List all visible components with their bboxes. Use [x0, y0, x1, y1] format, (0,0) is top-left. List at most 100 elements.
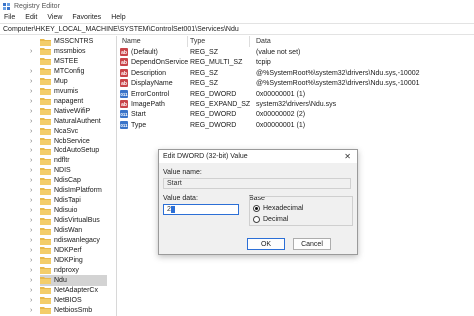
chevron-right-icon[interactable]: ›	[30, 88, 36, 95]
folder-icon	[40, 287, 51, 295]
value-data: 0x00000001 (1)	[256, 121, 306, 129]
tree-item-label: NaturalAuthent	[54, 117, 101, 125]
tree-item-label: napagent	[54, 97, 84, 105]
folder-icon	[40, 128, 51, 136]
chevron-right-icon[interactable]: ›	[30, 197, 36, 204]
chevron-right-icon[interactable]: ›	[30, 277, 36, 284]
tree-item-label: NDKPerf	[54, 246, 82, 254]
folder-icon	[40, 88, 51, 96]
tree-item-label: mssmbios	[54, 47, 86, 55]
value-data: 0x00000002 (2)	[256, 111, 306, 119]
folder-icon	[40, 108, 51, 116]
folder-icon	[40, 118, 51, 126]
title-bar: Registry Editor	[0, 0, 474, 12]
chevron-right-icon[interactable]: ›	[30, 108, 36, 115]
value-row[interactable]: ab Description REG_SZ @%SystemRoot%\system3…	[118, 68, 474, 79]
menu-favorites[interactable]: Favorites	[72, 14, 101, 21]
tree-item-label: Mup	[54, 77, 68, 85]
tree-item-label: NDKPing	[54, 256, 83, 264]
tree-item-label: NdisImPlatform	[54, 187, 102, 195]
tree-item-label: NcbService	[54, 137, 90, 145]
tree-item-label: ndproxy	[54, 266, 79, 274]
chevron-right-icon[interactable]: ›	[30, 147, 36, 154]
chevron-right-icon[interactable]: ›	[30, 138, 36, 145]
folder-icon	[40, 297, 51, 305]
chevron-right-icon[interactable]: ›	[30, 257, 36, 264]
tree-item[interactable]: › NetbiosSmb	[30, 305, 92, 316]
folder-icon	[40, 207, 51, 215]
folder-icon	[40, 157, 51, 165]
tree-item-label: NdisVirtualBus	[54, 217, 100, 225]
binary-value-icon: 011	[120, 120, 128, 129]
value-row[interactable]: 011 ErrorControl REG_DWORD 0x00000001 (1)	[118, 89, 474, 100]
radio-button-icon[interactable]	[253, 216, 260, 223]
value-type: REG_DWORD	[190, 90, 237, 98]
chevron-right-icon[interactable]: ›	[30, 247, 36, 254]
column-separator[interactable]	[187, 36, 188, 47]
chevron-right-icon[interactable]: ›	[30, 177, 36, 184]
value-data: 0x00000001 (1)	[256, 90, 306, 98]
chevron-right-icon[interactable]: ›	[30, 267, 36, 274]
menu-file[interactable]: File	[4, 14, 15, 21]
menu-help[interactable]: Help	[111, 14, 125, 21]
chevron-right-icon[interactable]: ›	[30, 207, 36, 214]
tree-item-label: ndiswanlegacy	[54, 237, 100, 244]
folder-icon	[40, 277, 51, 285]
key-tree[interactable]: MSSCNTRS › mssmbios MSTEE › MTConfig › Mup › mvum…	[0, 36, 117, 316]
value-data: (value not set)	[256, 49, 301, 56]
radio-decimal[interactable]: Decimal	[253, 216, 288, 223]
ok-button[interactable]: OK	[247, 238, 285, 250]
value-row[interactable]: 011 Start REG_DWORD 0x00000002 (2)	[118, 110, 474, 120]
chevron-right-icon[interactable]: ›	[30, 217, 36, 224]
chevron-right-icon[interactable]: ›	[30, 98, 36, 105]
value-name: Type	[131, 121, 147, 129]
menu-view[interactable]: View	[47, 14, 62, 21]
chevron-right-icon[interactable]: ›	[30, 128, 36, 135]
value-row[interactable]: 011 Type REG_DWORD 0x00000001 (1)	[118, 120, 474, 131]
chevron-right-icon[interactable]: ›	[30, 237, 36, 244]
tree-item-label: MSTEE	[54, 57, 79, 65]
value-data-label: Value data:	[163, 195, 198, 202]
folder-icon	[40, 267, 51, 275]
value-row[interactable]: ab DependOnService REG_MULTI_SZ tcpip	[118, 58, 474, 68]
folder-icon	[40, 187, 51, 195]
address-bar[interactable]: Computer\HKEY_LOCAL_MACHINE\SYSTEM\Contr…	[0, 23, 474, 35]
value-type: REG_DWORD	[190, 111, 237, 119]
string-value-icon: ab	[120, 68, 128, 77]
chevron-right-icon[interactable]: ›	[30, 118, 36, 125]
value-row[interactable]: ab (Default) REG_SZ (value not set)	[118, 48, 474, 58]
chevron-right-icon[interactable]: ›	[30, 48, 36, 55]
chevron-right-icon[interactable]: ›	[30, 68, 36, 75]
value-data-input[interactable]: 2	[163, 204, 239, 215]
value-name: Start	[131, 111, 146, 119]
value-row[interactable]: ab ImagePath REG_EXPAND_SZ system32\drivers…	[118, 100, 474, 110]
cancel-button[interactable]: Cancel	[293, 238, 331, 250]
chevron-right-icon[interactable]: ›	[30, 307, 36, 314]
menu-edit[interactable]: Edit	[25, 14, 37, 21]
dialog-title: Edit DWORD (32-bit) Value	[163, 153, 248, 160]
folder-icon	[40, 237, 51, 245]
column-header-type[interactable]: Type	[190, 36, 250, 47]
chevron-right-icon[interactable]: ›	[30, 297, 36, 304]
tree-item-label: MTConfig	[54, 67, 85, 75]
folder-icon	[40, 307, 51, 315]
column-header-data[interactable]: Data	[256, 36, 456, 47]
tree-item-label: NdisCap	[54, 177, 81, 185]
chevron-right-icon[interactable]: ›	[30, 167, 36, 174]
radio-hexadecimal[interactable]: Hexadecimal	[253, 205, 303, 212]
value-row[interactable]: ab DisplayName REG_SZ @%SystemRoot%\system3…	[118, 79, 474, 89]
chevron-right-icon[interactable]: ›	[30, 187, 36, 194]
tree-item-label: NetAdapterCx	[54, 286, 98, 294]
value-name-label: Value name:	[163, 169, 202, 176]
chevron-right-icon[interactable]: ›	[30, 157, 36, 164]
chevron-right-icon[interactable]: ›	[30, 287, 36, 294]
tree-item-label: NdisWan	[54, 227, 83, 235]
column-separator[interactable]	[249, 36, 250, 47]
chevron-right-icon[interactable]: ›	[30, 78, 36, 85]
chevron-right-icon[interactable]: ›	[30, 227, 36, 234]
column-header-name[interactable]: Name	[122, 36, 192, 47]
tree-item-label: NDIS	[54, 167, 71, 175]
radio-button-icon[interactable]	[253, 205, 260, 212]
close-icon[interactable]: ✕	[344, 152, 351, 161]
registry-editor-icon	[3, 2, 10, 10]
